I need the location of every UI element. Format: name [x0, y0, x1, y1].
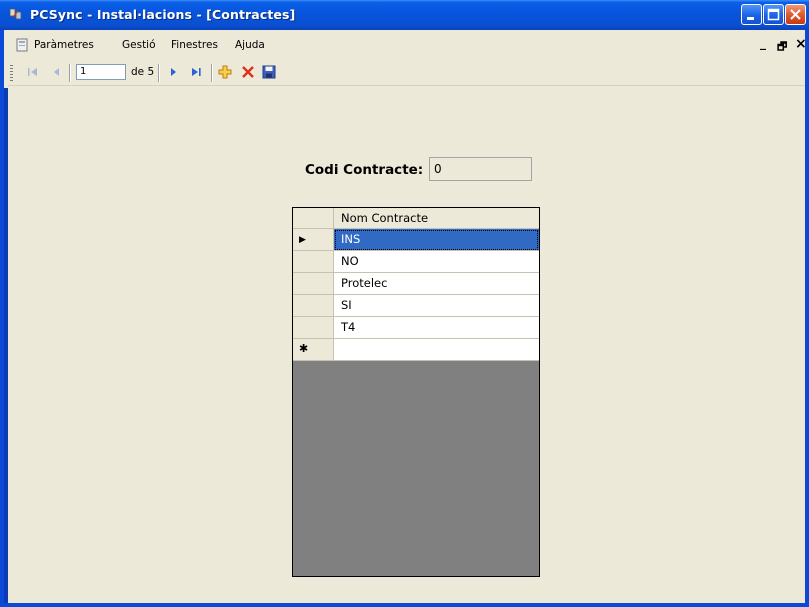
move-last-icon[interactable] [189, 65, 203, 79]
app-icon [9, 8, 22, 20]
grid-cell[interactable]: NO [334, 251, 539, 273]
window-frame-right [805, 30, 809, 607]
row-header[interactable] [293, 317, 334, 339]
toolbar-grip[interactable] [10, 65, 13, 81]
document-icon[interactable] [16, 38, 28, 52]
grid-corner-cell[interactable] [293, 208, 334, 229]
move-previous-icon[interactable] [50, 65, 64, 79]
current-row-marker-icon: ▶ [299, 234, 306, 244]
mdi-minimize-button[interactable]: _ [760, 36, 766, 50]
toolbar-separator [158, 64, 160, 82]
table-row[interactable]: T4 [293, 317, 539, 339]
new-row-marker-icon: ✱ [299, 343, 309, 355]
column-header-nom-contracte[interactable]: Nom Contracte [334, 208, 539, 229]
save-icon[interactable] [262, 65, 276, 79]
row-header[interactable] [293, 273, 334, 295]
navigator-toolbar [8, 61, 805, 86]
grid-cell[interactable]: Protelec [334, 273, 539, 295]
contractes-grid[interactable]: Nom Contracte ▶ INS NO Protelec SI T4 ✱ [292, 207, 540, 577]
grid-cell[interactable]: T4 [334, 317, 539, 339]
close-button[interactable] [785, 4, 806, 25]
grid-cell[interactable]: INS [334, 229, 539, 251]
table-row[interactable]: SI [293, 295, 539, 317]
toolbar-separator [211, 64, 213, 82]
grid-cell[interactable]: SI [334, 295, 539, 317]
minimize-button[interactable] [741, 4, 762, 25]
grid-cell[interactable] [334, 339, 539, 361]
close-icon [790, 9, 801, 20]
position-input[interactable]: 1 [76, 64, 126, 80]
table-row[interactable]: Protelec [293, 273, 539, 295]
toolbar-separator [69, 64, 71, 82]
record-count-label: de 5 [131, 66, 155, 78]
new-row[interactable]: ✱ [293, 339, 539, 361]
menu-ajuda[interactable]: Ajuda [235, 39, 265, 51]
codi-contracte-field[interactable]: 0 [429, 157, 532, 181]
window-frame-left [4, 88, 8, 607]
menu-parametres[interactable]: Paràmetres [34, 39, 94, 51]
row-header[interactable]: ▶ [293, 229, 334, 251]
codi-contracte-label: Codi Contracte: [305, 162, 424, 178]
row-header[interactable] [293, 295, 334, 317]
title-bar[interactable]: PCSync - Instal·lacions - [Contractes] [0, 0, 809, 30]
row-header[interactable]: ✱ [293, 339, 334, 361]
move-next-icon[interactable] [166, 65, 180, 79]
menu-finestres[interactable]: Finestres [171, 39, 218, 51]
delete-icon[interactable] [241, 65, 255, 79]
maximize-button[interactable] [763, 4, 784, 25]
add-new-icon[interactable] [218, 65, 232, 79]
table-row[interactable]: ▶ INS [293, 229, 539, 251]
menu-gestio[interactable]: Gestió [122, 39, 156, 51]
minimize-icon [747, 17, 754, 20]
mdi-restore-button[interactable]: 🗗 [777, 38, 787, 57]
maximize-icon [767, 8, 780, 21]
table-row[interactable]: NO [293, 251, 539, 273]
row-header[interactable] [293, 251, 334, 273]
grid-header-row: Nom Contracte [293, 208, 539, 229]
move-first-icon[interactable] [26, 65, 40, 79]
window-title: PCSync - Instal·lacions - [Contractes] [30, 7, 296, 22]
window-frame-bottom [0, 603, 809, 607]
